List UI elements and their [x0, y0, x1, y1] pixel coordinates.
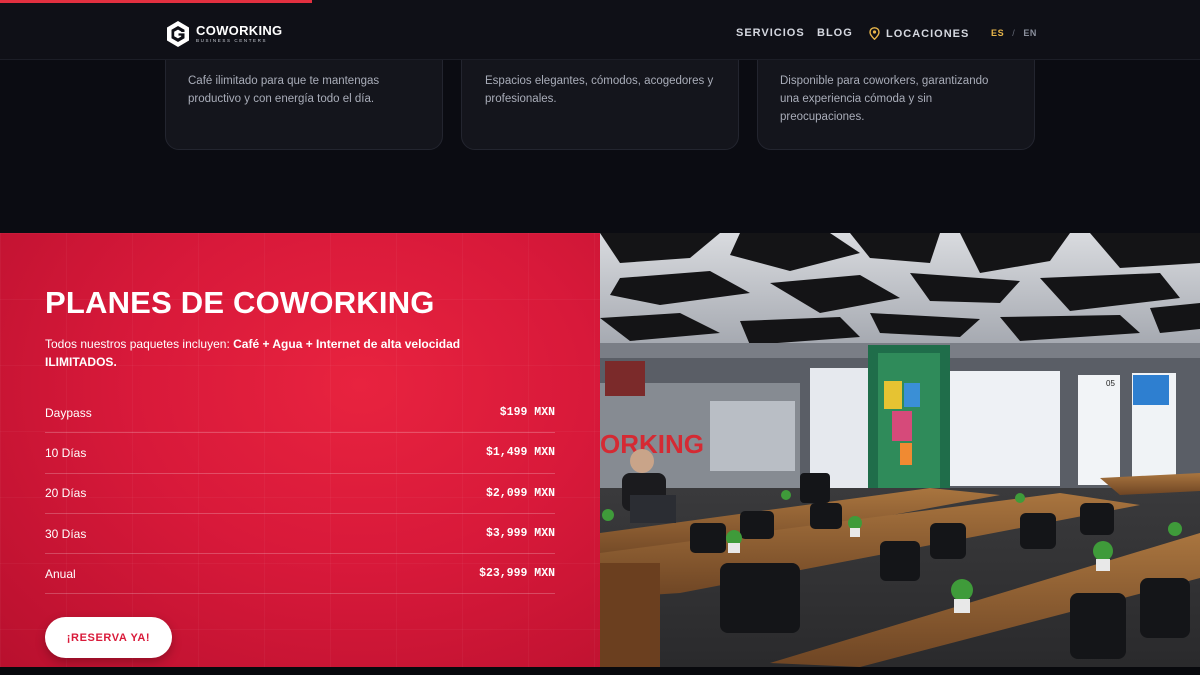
plan-name: 30 Días: [45, 526, 87, 541]
door-number: 05: [1106, 379, 1115, 388]
plan-price: $3,999 MXN: [485, 527, 555, 541]
price-row: 30 Días $3,999 MXN: [45, 514, 555, 555]
plans-intro: Todos nuestros paquetes incluyen: Café +…: [45, 335, 525, 371]
feature-card-text: Disponible para coworkers, garantizando …: [780, 75, 989, 123]
price-row: Anual $23,999 MXN: [45, 554, 555, 595]
location-pin-icon: [869, 27, 880, 40]
nav-locaciones-label: LOCACIONES: [886, 27, 970, 40]
logo-hexagon-icon: [167, 21, 189, 47]
price-row: 10 Días $1,499 MXN: [45, 433, 555, 474]
price-list: Daypass $199 MXN 10 Días $1,499 MXN 20 D…: [45, 393, 555, 595]
lang-separator: /: [1012, 28, 1016, 38]
lang-es-link[interactable]: ES: [991, 28, 1004, 38]
plans-section: PLANES DE COWORKING Todos nuestros paque…: [0, 233, 600, 667]
price-row: 20 Días $2,099 MXN: [45, 474, 555, 514]
scroll-progress-bar: [0, 0, 312, 3]
price-row: Daypass $199 MXN: [45, 393, 555, 434]
plan-price: $199 MXN: [499, 406, 555, 420]
lang-en-link[interactable]: EN: [1023, 28, 1037, 38]
feature-card-text: Espacios elegantes, cómodos, acogedores …: [485, 75, 714, 105]
feature-card-text: Café ilimitado para que te mantengas pro…: [188, 75, 380, 105]
site-header: COWORKING BUSINESS CENTERS SERVICIOS BLO…: [0, 0, 1200, 60]
plans-intro-text: Todos nuestros paquetes incluyen:: [45, 337, 234, 351]
logo-tagline: BUSINESS CENTERS: [196, 38, 268, 44]
plan-name: Daypass: [45, 405, 92, 420]
plan-name: 20 Días: [45, 486, 87, 501]
plan-price: $1,499 MXN: [485, 446, 555, 460]
plan-price: $2,099 MXN: [485, 486, 555, 500]
page-bottom-divider: [0, 667, 1200, 675]
nav-locaciones-link[interactable]: LOCACIONES: [869, 27, 969, 40]
plan-name: Anual: [45, 566, 76, 581]
plan-name: 10 Días: [45, 445, 87, 460]
logo-name: COWORKING: [196, 23, 283, 39]
coworking-photo-illustration: 05 ORKING: [600, 233, 1200, 667]
logo[interactable]: COWORKING BUSINESS CENTERS: [166, 20, 282, 48]
plans-title: PLANES DE COWORKING: [45, 285, 435, 320]
plan-price: $23,999 MXN: [479, 567, 555, 581]
nav-servicios-link[interactable]: SERVICIOS: [736, 27, 805, 39]
language-switcher: ES / EN: [991, 28, 1037, 38]
reserve-button[interactable]: ¡RESERVA YA!: [45, 617, 172, 658]
coworking-space-photo: 05 ORKING: [600, 233, 1200, 667]
nav-blog-link[interactable]: BLOG: [817, 27, 853, 39]
